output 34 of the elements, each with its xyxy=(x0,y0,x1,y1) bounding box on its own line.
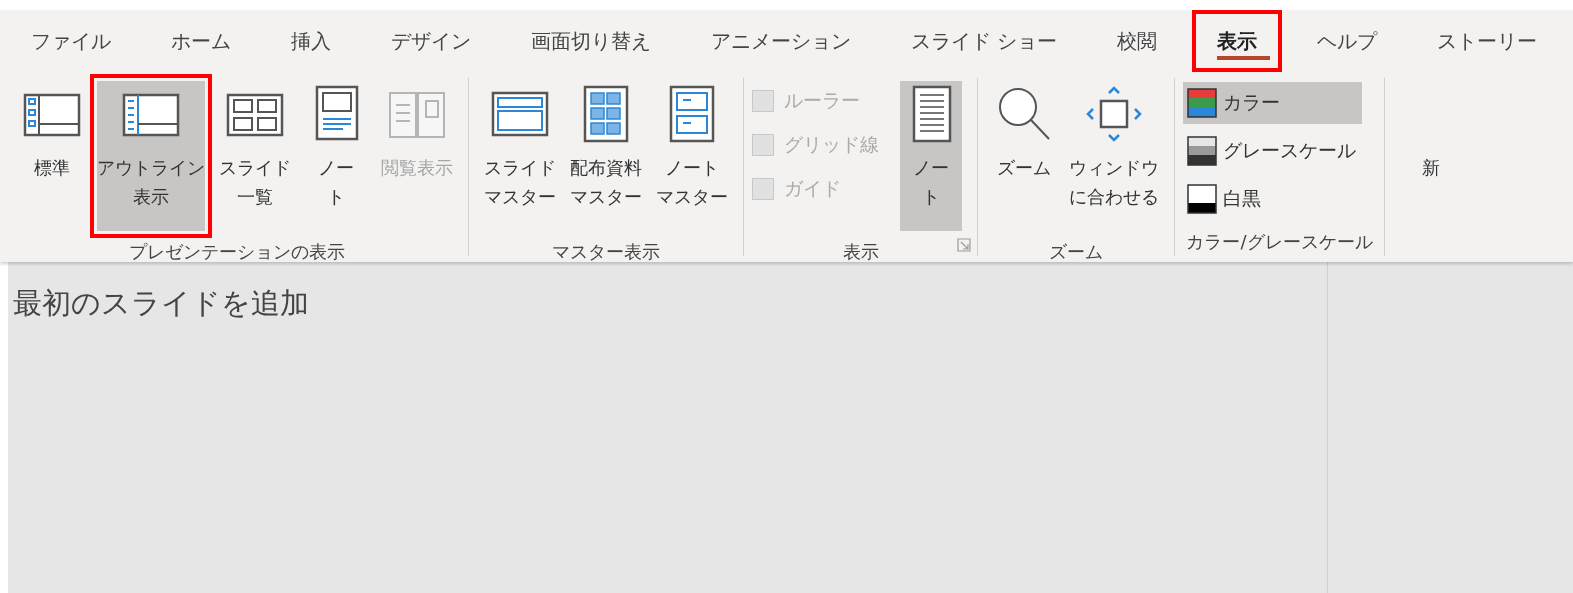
ribbon-tab[interactable]: アニメーション xyxy=(686,10,876,72)
ribbon-button[interactable]: スライド 一覧 xyxy=(212,74,298,238)
ribbon-button[interactable]: ノー ト xyxy=(298,74,374,238)
ribbon-button[interactable]: スライド マスター xyxy=(477,74,563,238)
ribbon-tab[interactable]: ストーリー xyxy=(1412,10,1563,72)
ribbon-tab[interactable]: 表示 xyxy=(1192,10,1283,72)
dialog-launcher-icon[interactable] xyxy=(957,238,971,252)
color-mode-button[interactable]: カラー xyxy=(1183,82,1362,124)
ribbon-tab[interactable]: ホーム xyxy=(146,10,256,72)
group-label: マスター表示 xyxy=(552,240,660,262)
group-label: ズーム xyxy=(1049,240,1103,262)
ribbon-tab[interactable]: ファイル xyxy=(6,10,136,72)
ribbon-tab[interactable]: 校閲 xyxy=(1092,10,1183,72)
grayscale-swatch-icon xyxy=(1187,136,1217,166)
ribbon-button[interactable]: 配布資料 マスター xyxy=(563,74,649,238)
ribbon-button[interactable]: アウトライン 表示 xyxy=(90,74,212,238)
color-mode-button[interactable]: グレースケール xyxy=(1183,130,1362,172)
color-mode-button[interactable]: 白黒 xyxy=(1183,178,1362,220)
color-swatch-icon xyxy=(1187,88,1217,118)
ribbon-tab[interactable]: 挿入 xyxy=(266,10,356,72)
group-label: 表示 xyxy=(842,240,879,262)
ribbon-button[interactable]: 新 xyxy=(1393,74,1469,238)
ribbon-button[interactable]: ウィンドウ に合わせる xyxy=(1062,74,1166,238)
ribbon-tab[interactable]: スライド ショー xyxy=(886,10,1083,72)
group-label: プレゼンテーションの表示 xyxy=(129,240,345,262)
group-label: カラー/グレースケール xyxy=(1186,230,1373,254)
ribbon-button[interactable]: ズーム xyxy=(986,74,1062,238)
ribbon-tab[interactable]: 画面切り替え xyxy=(506,10,676,72)
ribbon-button[interactable]: 標準 xyxy=(14,74,90,238)
add-first-slide-prompt: 最初のスライドを追加 xyxy=(13,286,309,320)
ribbon-button[interactable]: ノート マスター xyxy=(649,74,735,238)
ribbon-tab[interactable]: デザイン xyxy=(366,10,496,72)
contrast-swatch-icon xyxy=(1187,184,1217,214)
ribbon-tab[interactable]: ヘルプ xyxy=(1292,10,1403,72)
